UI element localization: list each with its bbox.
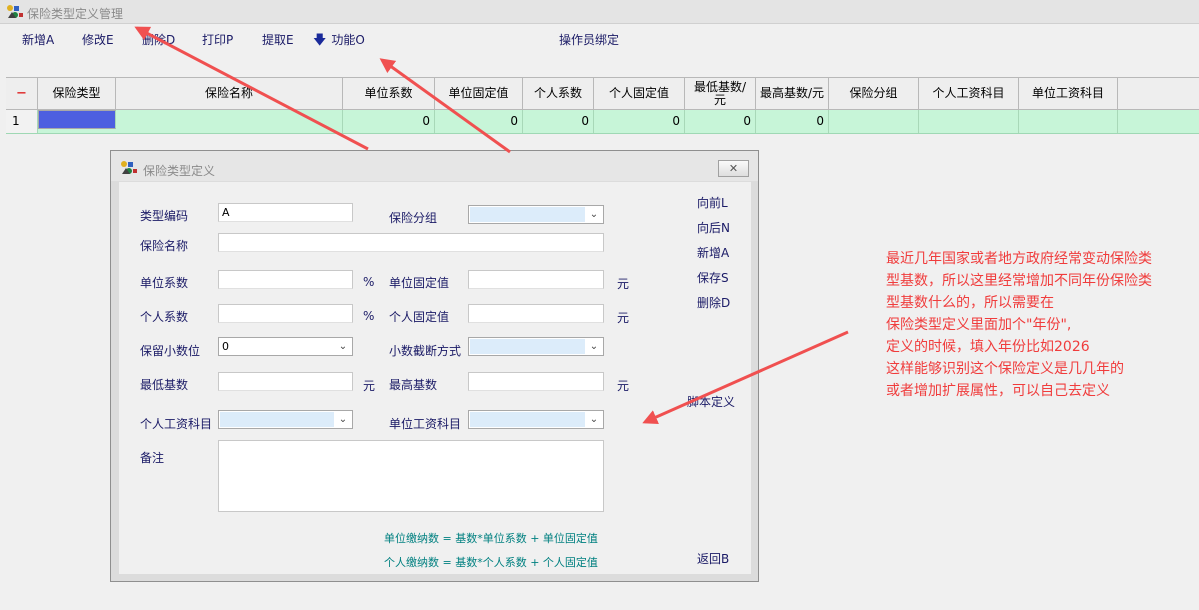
- arrow-to-toolbar-left: [134, 26, 369, 151]
- arrow-to-dialog: [642, 330, 849, 424]
- arrow-to-toolbar-function: [379, 58, 511, 154]
- annotation-arrows: [134, 26, 849, 424]
